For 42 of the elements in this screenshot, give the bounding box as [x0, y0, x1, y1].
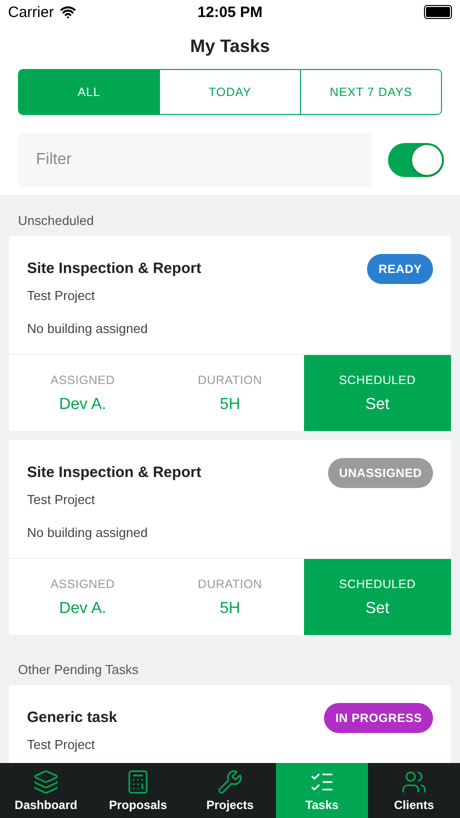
- building-text: No building assigned: [27, 321, 149, 336]
- nav-tab[interactable]: Dashboard: [0, 763, 92, 818]
- status-badge: READY: [367, 254, 433, 284]
- people-icon: [401, 769, 427, 795]
- task-title: Site Inspection & Report: [27, 260, 202, 279]
- task-card[interactable]: Site Inspection & Report UNASSIGNED Test Project No building assigned ASSIGNED Dev A. DURATION 5H SCHEDULED Set: [9, 440, 451, 635]
- task-card[interactable]: Generic task IN PROGRESS Test Project: [9, 685, 451, 763]
- filter-field[interactable]: Filter: [18, 133, 372, 187]
- status-badge: UNASSIGNED: [328, 458, 433, 488]
- wifi-icon: [60, 4, 76, 20]
- stat-value: Dev A.: [59, 396, 106, 414]
- battery-icon: [424, 5, 452, 19]
- status-badge: IN PROGRESS: [324, 703, 433, 733]
- section-heading: Unscheduled: [17, 212, 95, 230]
- stat-value: Set: [365, 600, 390, 618]
- nav-tab[interactable]: Clients: [368, 763, 460, 818]
- task-card[interactable]: Site Inspection & Report READY Test Project No building assigned ASSIGNED Dev A. DURATION 5H SCHEDULED Set: [9, 236, 451, 431]
- building-text: No building assigned: [27, 525, 149, 540]
- stat-label: SCHEDULED: [338, 576, 416, 590]
- stat-value: 5H: [220, 600, 240, 618]
- stat-label: DURATION: [198, 576, 262, 590]
- carrier-name: Carrier: [8, 4, 54, 20]
- nav-tab[interactable]: Projects: [184, 763, 276, 818]
- task-title: Generic task: [27, 709, 118, 728]
- stat-value: Set: [365, 396, 390, 414]
- stat-label: ASSIGNED: [50, 576, 115, 590]
- wrench-icon: [217, 769, 243, 795]
- project-name: Test Project: [27, 288, 96, 303]
- screen-title: My Tasks: [189, 35, 271, 58]
- toggle-switch[interactable]: [388, 143, 444, 177]
- nav-tab[interactable]: Proposals: [92, 763, 184, 818]
- section-heading: Other Pending Tasks: [17, 661, 140, 679]
- project-name: Test Project: [27, 492, 96, 507]
- stat-value: Dev A.: [59, 600, 106, 618]
- project-name: Test Project: [27, 737, 96, 752]
- task-title: Site Inspection & Report: [27, 464, 202, 483]
- clock-time: 12:05 PM: [197, 4, 263, 20]
- stat-label: SCHEDULED: [338, 372, 416, 386]
- stat-value: 5H: [220, 396, 240, 414]
- layers-icon: [33, 769, 59, 795]
- stat-label: DURATION: [198, 372, 262, 386]
- stat-label: ASSIGNED: [50, 372, 115, 386]
